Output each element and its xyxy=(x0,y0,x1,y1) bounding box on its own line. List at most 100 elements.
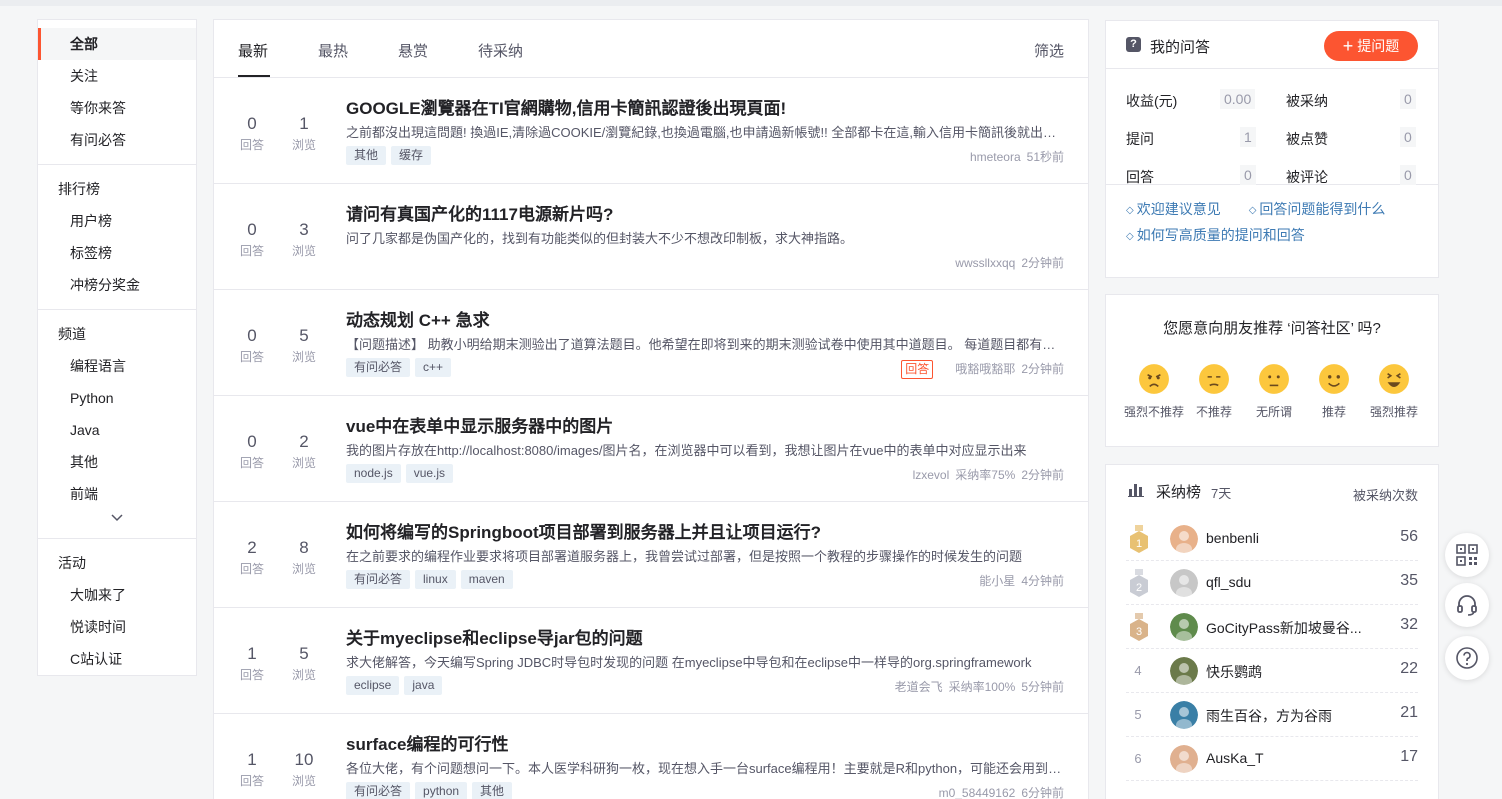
question-item[interactable]: 2 回答 8 浏览 如何将编写的Springboot项目部署到服务器上并且让项目… xyxy=(214,502,1088,608)
question-excerpt[interactable]: 在之前要求的编程作业要求将项目部署道服务器上，我曾尝试过部署，但是按照一个教程的… xyxy=(346,546,1064,565)
sidebar-item-python[interactable]: Python xyxy=(38,382,196,414)
rank-row[interactable]: 5 雨生百谷，方为谷雨 21 xyxy=(1126,693,1418,737)
question-tag[interactable]: node.js xyxy=(346,464,401,483)
question-tag[interactable]: linux xyxy=(415,570,456,589)
link-feedback[interactable]: ◇ 欢迎建议意见 xyxy=(1126,201,1235,217)
question-excerpt[interactable]: 求大佬解答，今天编写Spring JDBC时导包时发现的问题 在myeclips… xyxy=(346,652,1064,671)
question-tag[interactable]: vue.js xyxy=(405,464,454,483)
sidebar-item-experts[interactable]: 大咖来了 xyxy=(38,579,196,611)
rank-user-name[interactable]: 快乐鹦鹉 xyxy=(1206,662,1376,682)
question-title[interactable]: 如何将编写的Springboot项目部署到服务器上并且让项目运行? xyxy=(346,518,821,543)
question-title[interactable]: 动态规划 C++ 急求 xyxy=(346,306,490,331)
question-title[interactable]: surface编程的可行性 xyxy=(346,730,508,755)
question-excerpt[interactable]: 之前都沒出現這問題! 換過IE,清除過COOKIE/瀏覽紀錄,也換過電腦,也申請… xyxy=(346,122,1064,141)
recommend-option-strongly-recommend[interactable]: 强烈推荐 xyxy=(1361,363,1427,420)
avatar[interactable] xyxy=(1170,701,1198,729)
question-item[interactable]: 1 回答 5 浏览 关于myeclipse和eclipse导jar包的问题 求大… xyxy=(214,608,1088,714)
question-tag[interactable]: 其他 xyxy=(472,782,513,799)
avatar[interactable] xyxy=(1170,569,1198,597)
question-tag[interactable]: 缓存 xyxy=(391,146,432,165)
sidebar-item-waiting[interactable]: 等你来答 xyxy=(38,92,196,124)
customer-service-button[interactable] xyxy=(1445,583,1489,627)
tab-pending[interactable]: 待采纳 xyxy=(478,40,523,61)
sidebar-item-certification[interactable]: C站认证 xyxy=(38,643,196,675)
question-tag[interactable]: 有问必答 xyxy=(346,358,411,377)
rank-period[interactable]: 7天 xyxy=(1211,483,1231,502)
sidebar-item-tag-rank[interactable]: 标签榜 xyxy=(38,237,196,269)
question-time: 6分钟前 xyxy=(1021,786,1064,799)
sidebar-item-all[interactable]: 全部 xyxy=(38,28,196,60)
avatar[interactable] xyxy=(1170,525,1198,553)
question-item[interactable]: 0 回答 1 浏览 GOOGLE瀏覽器在TI官網購物,信用卡簡訊認證後出現頁面!… xyxy=(214,78,1088,184)
rank-user-name[interactable]: AusKa_T xyxy=(1206,750,1376,766)
sidebar-item-frontend[interactable]: 前端 xyxy=(38,478,196,510)
recommend-option-neutral[interactable]: 无所谓 xyxy=(1241,363,1307,420)
recommend-option-strongly-not-recommend[interactable]: 强烈不推荐 xyxy=(1121,363,1187,420)
avatar[interactable] xyxy=(1170,745,1198,773)
question-author[interactable]: wwssllxxqq xyxy=(955,256,1015,270)
question-author[interactable]: lzxevol xyxy=(913,468,950,482)
question-excerpt[interactable]: 问了几家都是伪国产化的，找到有功能类似的但封装大不少不想改印制板，求大神指路。 xyxy=(346,228,1064,247)
sidebar-item-reading[interactable]: 悦读时间 xyxy=(38,611,196,643)
rank-row[interactable]: 1 benbenli 56 xyxy=(1126,517,1418,561)
question-excerpt[interactable]: 我的图片存放在http://localhost:8080/images/图片名，… xyxy=(346,440,1064,459)
rank-row[interactable]: 2 qfl_sdu 35 xyxy=(1126,561,1418,605)
question-tag[interactable]: python xyxy=(415,782,468,799)
sidebar-item-follow[interactable]: 关注 xyxy=(38,60,196,92)
question-tag[interactable]: 其他 xyxy=(346,146,387,165)
rank-user-name[interactable]: qfl_sdu xyxy=(1206,574,1376,590)
question-title[interactable]: vue中在表单中显示服务器中的图片 xyxy=(346,412,613,437)
question-meta: wwssllxxqq 2分钟前 xyxy=(949,254,1064,271)
sidebar-item-java[interactable]: Java xyxy=(38,414,196,446)
sidebar-item-must-answer[interactable]: 有问必答 xyxy=(38,124,196,156)
filter-button[interactable]: 筛选 xyxy=(1034,40,1064,61)
rank-user-name[interactable]: benbenli xyxy=(1206,530,1376,546)
question-item[interactable]: 0 回答 5 浏览 动态规划 C++ 急求 【问题描述】 助教小明给期末测验出了… xyxy=(214,290,1088,396)
sidebar-item-programming[interactable]: 编程语言 xyxy=(38,350,196,382)
question-excerpt[interactable]: 各位大佬，有个问题想问一下。本人医学科研狗一枚，现在想入手一台surface编程… xyxy=(346,758,1064,777)
question-title[interactable]: 请问有真国产化的1117电源新片吗? xyxy=(346,200,613,225)
rank-row[interactable]: 3 GoCityPass新加坡曼谷... 32 xyxy=(1126,605,1418,649)
chevron-down-icon[interactable] xyxy=(38,510,196,530)
qrcode-button[interactable] xyxy=(1445,533,1489,577)
question-author[interactable]: hmeteora xyxy=(970,150,1021,164)
question-author[interactable]: m0_58449162 xyxy=(939,786,1016,799)
recommend-option-recommend[interactable]: 推荐 xyxy=(1301,363,1367,420)
tab-latest[interactable]: 最新 xyxy=(238,40,268,61)
ask-question-button[interactable]: + 提问题 xyxy=(1324,31,1418,61)
help-button[interactable] xyxy=(1445,636,1489,680)
avatar[interactable] xyxy=(1170,657,1198,685)
avatar[interactable] xyxy=(1170,613,1198,641)
question-tag[interactable]: java xyxy=(404,676,443,695)
tab-bar: 最新 最热 悬赏 待采纳 筛选 xyxy=(214,20,1088,78)
question-tag[interactable]: eclipse xyxy=(346,676,400,695)
sidebar-item-other[interactable]: 其他 xyxy=(38,446,196,478)
question-item[interactable]: 0 回答 3 浏览 请问有真国产化的1117电源新片吗? 问了几家都是伪国产化的… xyxy=(214,184,1088,290)
tab-hot[interactable]: 最热 xyxy=(318,40,348,61)
link-how-to-write-label: 如何写高质量的提问和回答 xyxy=(1136,227,1305,243)
question-author[interactable]: 能小星 xyxy=(979,574,1015,588)
question-title[interactable]: 关于myeclipse和eclipse导jar包的问题 xyxy=(346,624,643,649)
rank-row[interactable]: 4 快乐鹦鹉 22 xyxy=(1126,649,1418,693)
question-item[interactable]: 1 回答 10 浏览 surface编程的可行性 各位大佬，有个问题想问一下。本… xyxy=(214,714,1088,799)
sidebar-item-user-rank[interactable]: 用户榜 xyxy=(38,205,196,237)
view-count: 8 浏览 xyxy=(284,538,324,578)
link-rewards[interactable]: ◇ 回答问题能得到什么 xyxy=(1249,201,1400,217)
question-author[interactable]: 老道会飞 xyxy=(895,680,943,694)
rank-row[interactable]: 6 AusKa_T 17 xyxy=(1126,737,1418,781)
question-author[interactable]: 哦豁哦豁耶 xyxy=(955,362,1015,376)
recommend-option-not-recommend[interactable]: 不推荐 xyxy=(1181,363,1247,420)
question-title[interactable]: GOOGLE瀏覽器在TI官網購物,信用卡簡訊認證後出現頁面! xyxy=(346,94,786,119)
question-tag[interactable]: maven xyxy=(460,570,513,589)
rank-user-name[interactable]: GoCityPass新加坡曼谷... xyxy=(1206,618,1376,638)
question-item[interactable]: 0 回答 2 浏览 vue中在表单中显示服务器中的图片 我的图片存放在http:… xyxy=(214,396,1088,502)
answer-badge[interactable]: 回答 xyxy=(901,360,934,379)
question-tag[interactable]: c++ xyxy=(415,358,452,377)
tab-bounty[interactable]: 悬赏 xyxy=(398,40,428,61)
link-how-to-write[interactable]: ◇ 如何写高质量的提问和回答 xyxy=(1126,227,1319,243)
question-tag[interactable]: 有问必答 xyxy=(346,570,411,589)
rank-user-name[interactable]: 雨生百谷，方为谷雨 xyxy=(1206,706,1376,726)
question-tag[interactable]: 有问必答 xyxy=(346,782,411,799)
question-excerpt[interactable]: 【问题描述】 助教小明给期末测验出了道算法题目。他希望在即将到来的期末测验试卷中… xyxy=(346,334,1064,353)
sidebar-item-bonus[interactable]: 冲榜分奖金 xyxy=(38,269,196,301)
